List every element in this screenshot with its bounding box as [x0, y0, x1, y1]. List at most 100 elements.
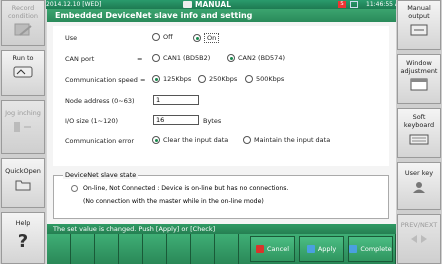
toolbar-slot — [119, 234, 143, 264]
jog-inching-label: Jog inching — [5, 109, 41, 117]
apply-button[interactable]: Apply — [299, 236, 344, 262]
user-key-label: User key — [404, 169, 434, 177]
record-condition-button[interactable]: Record condition — [1, 0, 45, 46]
use-on-radio[interactable]: On — [193, 33, 220, 43]
toolbar-slot — [95, 234, 119, 264]
right-menu: Manual output Window adjustment Soft key… — [396, 0, 442, 264]
node-address-input[interactable]: 1 — [153, 95, 199, 105]
soft-keyboard-button[interactable]: Soft keyboard — [397, 108, 441, 158]
can-port-label: CAN port — [65, 55, 95, 63]
speed-500-label: 500Kbps — [256, 75, 285, 83]
speed-250-radio[interactable]: 250Kbps — [198, 75, 237, 83]
node-address-label: Node address (0~63) — [65, 97, 135, 105]
equals-sign: = — [137, 55, 143, 63]
can2-label: CAN2 (BD574) — [238, 54, 285, 62]
network-icon — [350, 1, 358, 8]
slave-state-box — [53, 175, 389, 219]
keyboard-icon — [409, 134, 429, 145]
use-off-radio[interactable]: Off — [152, 33, 173, 41]
record-condition-icon — [14, 23, 32, 36]
window-icon — [410, 78, 428, 91]
main-panel: Embedded DeviceNet slave info and settin… — [47, 9, 396, 247]
speed-250-label: 250Kbps — [209, 75, 238, 83]
slave-state-line: On-line, Not Connected : Device is on-li… — [71, 185, 288, 192]
comm-error-label: Communication error — [65, 137, 135, 145]
prev-next-icon — [411, 235, 427, 243]
radio-circle — [152, 54, 160, 62]
run-to-button[interactable]: Run to — [1, 50, 45, 96]
soft-keyboard-label: Soft keyboard — [403, 113, 435, 129]
radio-circle-selected — [227, 54, 235, 62]
jog-icon — [14, 122, 31, 132]
prev-next-button[interactable]: PREV/NEXT — [397, 214, 441, 264]
slave-state-detail: (No connection with the master while in … — [83, 198, 264, 205]
window-adjustment-button[interactable]: Window adjustment — [397, 54, 441, 104]
date-text: 2014.12.10 [WED] — [46, 1, 102, 8]
toolbar-slot — [47, 234, 71, 264]
can1-label: CAN1 (BD5B2) — [163, 54, 211, 62]
question-icon: ? — [18, 231, 28, 250]
manual-output-label: Manual output — [407, 4, 431, 20]
run-to-icon — [13, 66, 33, 78]
io-size-input[interactable]: 16 — [153, 115, 199, 125]
radio-circle — [152, 33, 160, 41]
alarm-badge: S — [338, 1, 346, 8]
complete-button[interactable]: Complete — [348, 236, 393, 262]
user-key-button[interactable]: User key — [397, 162, 441, 210]
toolbar-slot — [71, 234, 95, 264]
cancel-button[interactable]: Cancel — [250, 236, 295, 262]
radio-circle-selected — [193, 34, 201, 42]
apply-label: Apply — [317, 245, 337, 253]
slave-state-title: DeviceNet slave state — [63, 171, 139, 179]
manual-mode-icon — [183, 1, 192, 8]
can2-radio[interactable]: CAN2 (BD574) — [227, 54, 285, 62]
folder-icon — [15, 180, 31, 191]
window-adjustment-label: Window adjustment — [400, 59, 438, 75]
radio-circle — [198, 75, 206, 83]
use-label: Use — [65, 34, 78, 42]
run-to-label: Run to — [12, 54, 34, 62]
quickopen-button[interactable]: QuickOpen — [1, 158, 45, 208]
use-on-label: On — [204, 33, 220, 43]
radio-circle — [245, 75, 253, 83]
radio-circle-selected — [152, 136, 160, 144]
apply-icon — [306, 245, 315, 253]
manual-output-button[interactable]: Manual output — [397, 0, 441, 50]
svg-text:?: ? — [18, 231, 28, 250]
comm-maintain-label: Maintain the input data — [254, 136, 331, 144]
user-key-icon — [413, 182, 425, 193]
toolbar-slot — [143, 234, 167, 264]
jog-inching-button[interactable]: Jog inching — [1, 100, 45, 154]
bottom-toolbar: Cancel Apply Complete — [47, 234, 396, 264]
speed-500-radio[interactable]: 500Kbps — [245, 75, 284, 83]
radio-circle — [243, 136, 251, 144]
comm-clear-label: Clear the input data — [163, 136, 229, 144]
comm-clear-radio[interactable]: Clear the input data — [152, 136, 228, 144]
use-off-label: Off — [163, 33, 173, 41]
slave-state-text: On-line, Not Connected : Device is on-li… — [83, 185, 289, 192]
cancel-label: Cancel — [266, 245, 290, 253]
help-button[interactable]: Help ? — [1, 212, 45, 264]
can1-radio[interactable]: CAN1 (BD5B2) — [152, 54, 210, 62]
io-size-unit: Bytes — [203, 117, 222, 125]
cancel-icon — [255, 245, 264, 253]
manual-output-icon — [410, 24, 428, 36]
radio-circle-selected — [152, 75, 160, 83]
message-bar: The set value is changed. Push [Apply] o… — [47, 224, 396, 234]
speed-125-label: 125Kbps — [163, 75, 192, 83]
toolbar-slot — [215, 234, 239, 264]
left-menu: Record condition Run to Jog inching Quic… — [0, 0, 46, 264]
settings-form: Use Off On CAN port = CAN1 (BD5B2) CAN2 … — [53, 26, 389, 166]
complete-label: Complete — [360, 245, 392, 253]
comm-maintain-radio[interactable]: Maintain the input data — [243, 136, 330, 144]
speed-label: Communication speed = — [65, 76, 146, 84]
status-bar: 2014.12.10 [WED] MANUAL S 11:46:55 AM — [0, 0, 442, 9]
io-size-label: I/O size (1~120) — [65, 117, 119, 125]
state-indicator-icon — [71, 185, 78, 192]
quickopen-label: QuickOpen — [5, 167, 41, 175]
toolbar-slot — [167, 234, 191, 264]
toolbar-slot — [191, 234, 215, 264]
record-condition-label: Record condition — [7, 4, 39, 20]
speed-125-radio[interactable]: 125Kbps — [152, 75, 191, 83]
complete-icon — [349, 245, 358, 253]
